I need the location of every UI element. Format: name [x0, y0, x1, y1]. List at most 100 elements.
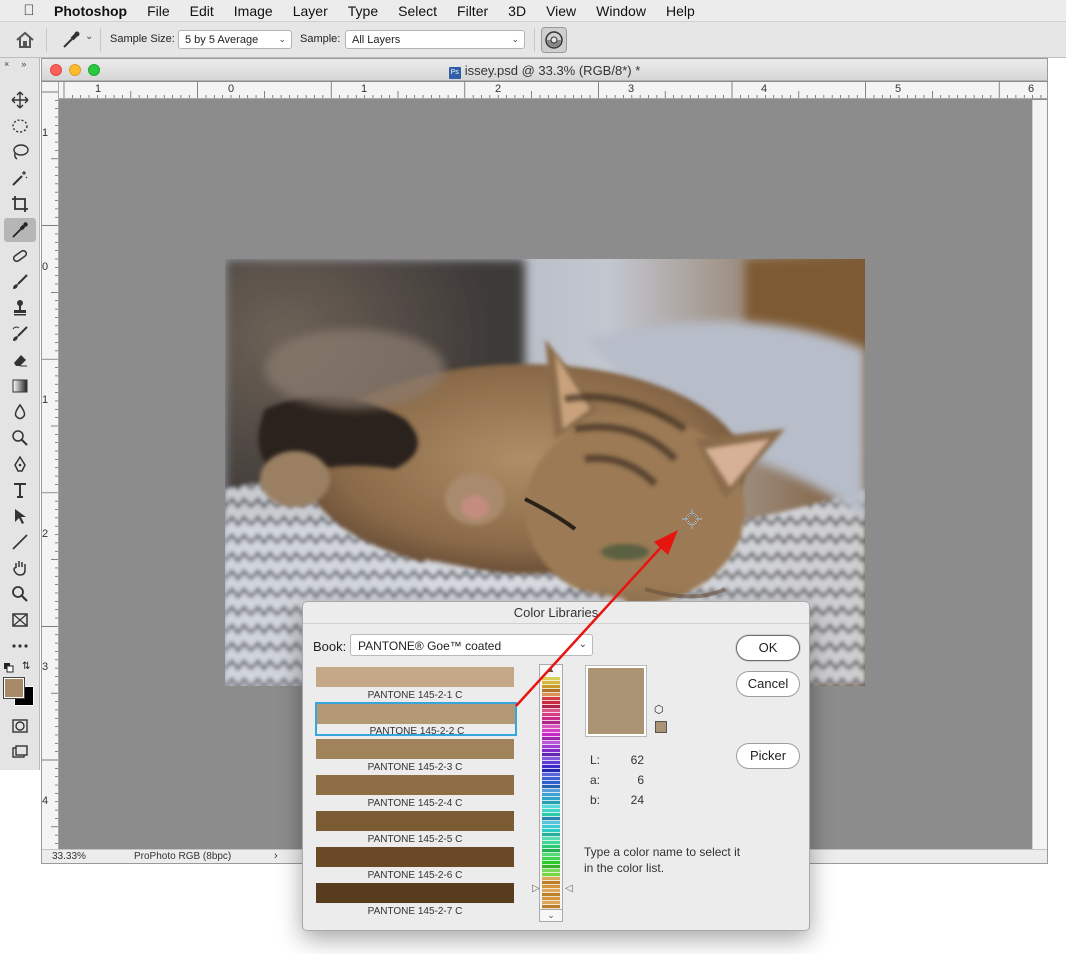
menu-window[interactable]: Window: [586, 3, 656, 19]
quick-mask-icon[interactable]: [4, 714, 36, 738]
book-select[interactable]: PANTONE® Goe™ coated ⌄: [350, 634, 593, 656]
color-libraries-dialog: Color Libraries Book: PANTONE® Goe™ coat…: [302, 601, 810, 931]
swatch-chip: [316, 739, 514, 759]
eyedropper-tool-icon[interactable]: [4, 218, 36, 242]
color-preview: [585, 665, 647, 737]
swatch-name: PANTONE 145-2-1 C: [367, 690, 463, 701]
vruler-label: 1: [42, 127, 49, 139]
scroll-down-icon[interactable]: ⌄: [540, 909, 562, 921]
clone-stamp-tool-icon[interactable]: [4, 296, 36, 320]
scroll-up-icon[interactable]: ▲: [540, 665, 562, 675]
options-separator: [46, 28, 47, 52]
line-tool-icon[interactable]: [4, 530, 36, 554]
apple-icon[interactable]: : [18, 2, 40, 19]
menu-help[interactable]: Help: [656, 3, 705, 19]
sampling-ring-button[interactable]: [541, 27, 567, 53]
vertical-ruler[interactable]: 1 0 1 2 3 4: [42, 82, 59, 849]
eraser-tool-icon[interactable]: [4, 348, 36, 372]
menu-app[interactable]: Photoshop: [40, 3, 137, 19]
brush-tool-icon[interactable]: [4, 270, 36, 294]
sample-value: All Layers: [352, 34, 401, 46]
websafe-color-swatch[interactable]: [655, 721, 667, 733]
swatch-chip: [316, 883, 514, 903]
frame-tool-icon[interactable]: [4, 608, 36, 632]
hruler-label: 4: [761, 83, 768, 95]
color-profile: ProPhoto RGB (8bpc): [134, 851, 232, 862]
sample-size-value: 5 by 5 Average: [185, 34, 259, 46]
menu-view[interactable]: View: [536, 3, 586, 19]
lab-b-label: b:: [590, 793, 601, 807]
document-filename: issey.psd @ 33.3% (RGB/8*) *: [464, 63, 641, 78]
swatch-item[interactable]: PANTONE 145-2-4 C: [315, 774, 517, 809]
path-selection-tool-icon[interactable]: [4, 504, 36, 528]
swap-colors-icon[interactable]: ⇅: [22, 661, 30, 672]
swatch-item[interactable]: PANTONE 145-2-1 C: [315, 666, 517, 701]
options-separator: [100, 28, 101, 52]
collapse-icon[interactable]: »: [21, 59, 26, 69]
tools-panel-header: ×»: [0, 58, 39, 70]
more-tools-icon[interactable]: [4, 634, 36, 658]
swatch-item[interactable]: PANTONE 145-2-3 C: [315, 738, 517, 773]
menu-select[interactable]: Select: [388, 3, 447, 19]
menu-type[interactable]: Type: [338, 3, 388, 19]
vertical-scrollbar[interactable]: [1032, 100, 1047, 849]
swatch-item[interactable]: PANTONE 145-2-5 C: [315, 810, 517, 845]
chevron-down-icon[interactable]: ⌄: [85, 31, 93, 42]
eyedropper-sample-cursor-icon: [680, 507, 704, 531]
menu-3d[interactable]: 3D: [498, 3, 536, 19]
vruler-label: 1: [42, 394, 49, 406]
menu-layer[interactable]: Layer: [283, 3, 338, 19]
swatch-name: PANTONE 145-2-5 C: [367, 834, 463, 845]
ok-button[interactable]: OK: [736, 635, 800, 661]
healing-brush-tool-icon[interactable]: [4, 244, 36, 268]
gradient-tool-icon[interactable]: [4, 374, 36, 398]
history-brush-tool-icon[interactable]: [4, 322, 36, 346]
sample-size-select[interactable]: 5 by 5 Average ⌄: [178, 30, 292, 49]
sample-select[interactable]: All Layers ⌄: [345, 30, 525, 49]
zoom-tool-icon[interactable]: [4, 582, 36, 606]
close-icon[interactable]: ×: [4, 59, 9, 69]
default-colors-icon[interactable]: [4, 662, 14, 673]
hruler-label: 3: [628, 83, 635, 95]
screen-mode-icon[interactable]: [4, 740, 36, 764]
blur-tool-icon[interactable]: [4, 400, 36, 424]
zoom-level[interactable]: 33.33%: [52, 851, 86, 862]
vertical-ruler-ticks: [42, 91, 58, 844]
marquee-tool-icon[interactable]: [4, 114, 36, 138]
type-tool-icon[interactable]: [4, 478, 36, 502]
home-icon[interactable]: [14, 30, 36, 50]
vruler-label: 3: [42, 661, 49, 673]
foreground-color-swatch[interactable]: [4, 678, 24, 698]
hruler-label: 0: [228, 83, 235, 95]
document-title-bar[interactable]: Ps issey.psd @ 33.3% (RGB/8*) *: [42, 59, 1047, 81]
dodge-tool-icon[interactable]: [4, 426, 36, 450]
menu-edit[interactable]: Edit: [180, 3, 224, 19]
magic-wand-tool-icon[interactable]: [4, 166, 36, 190]
slider-marker-right-icon[interactable]: ◁: [565, 883, 573, 894]
cancel-button[interactable]: Cancel: [736, 671, 800, 697]
color-spectrum-slider[interactable]: ▲ ⌄: [539, 664, 563, 922]
menu-file[interactable]: File: [137, 3, 180, 19]
lab-a-value: 6: [637, 773, 644, 787]
menu-image[interactable]: Image: [224, 3, 283, 19]
swatch-item[interactable]: PANTONE 145-2-6 C: [315, 846, 517, 881]
move-tool-icon[interactable]: [4, 88, 36, 112]
chevron-down-icon: ⌄: [278, 34, 286, 44]
crop-tool-icon[interactable]: [4, 192, 36, 216]
lab-l-label: L:: [590, 753, 601, 767]
cube-icon[interactable]: ⬡: [654, 704, 668, 716]
swatch-item[interactable]: PANTONE 145-2-2 C: [315, 702, 517, 737]
lasso-tool-icon[interactable]: [4, 140, 36, 164]
chevron-down-icon: ⌄: [511, 34, 519, 44]
picker-button[interactable]: Picker: [736, 743, 800, 769]
color-swatch-list[interactable]: PANTONE 145-2-1 C PANTONE 145-2-2 C PANT…: [315, 666, 517, 917]
horizontal-ruler[interactable]: 1 0 1 2 3 4 5 6: [59, 82, 1047, 99]
status-menu-arrow[interactable]: ›: [274, 850, 278, 862]
menu-filter[interactable]: Filter: [447, 3, 498, 19]
swatch-item[interactable]: PANTONE 145-2-7 C: [315, 882, 517, 917]
hand-tool-icon[interactable]: [4, 556, 36, 580]
document-title: Ps issey.psd @ 33.3% (RGB/8*) *: [42, 63, 1047, 79]
eyedropper-preset-icon[interactable]: [60, 29, 82, 51]
pen-tool-icon[interactable]: [4, 452, 36, 476]
slider-marker-left-icon[interactable]: ▷: [532, 883, 540, 894]
